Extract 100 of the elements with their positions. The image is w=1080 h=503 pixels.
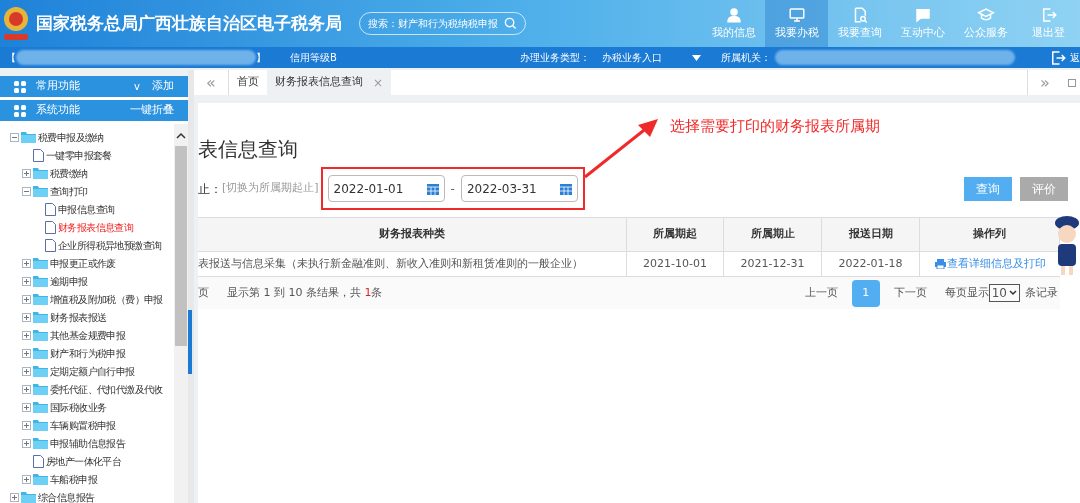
next-page-button[interactable]: 下一页: [893, 284, 927, 302]
folder-icon: [33, 275, 48, 287]
expand-icon[interactable]: [22, 348, 31, 358]
column-header: 所属期止: [724, 218, 822, 251]
business-type-label: 办理业务类型：: [519, 51, 590, 65]
bracket-text: 】: [256, 51, 266, 65]
scroll-up-icon[interactable]: [176, 132, 186, 140]
expand-icon[interactable]: [22, 420, 31, 430]
date-value: 2022-01-01: [333, 180, 404, 198]
tree-item[interactable]: 查询打印: [50, 183, 88, 199]
annotation-text: 选择需要打印的财务报表所属期: [670, 116, 880, 137]
table-cell: 2022-01-18: [822, 252, 920, 276]
folder-icon: [33, 167, 48, 179]
folder-icon: [33, 401, 48, 413]
document-icon: [45, 238, 56, 252]
end-date-field[interactable]: 2022-03-31: [460, 175, 578, 202]
view-print-link[interactable]: 查看详细信息及打印: [934, 255, 1046, 273]
tree-item[interactable]: 增值税及附加税（费）申报: [50, 291, 163, 307]
section-label: 常用功能: [36, 78, 80, 95]
expand-icon[interactable]: [22, 168, 31, 178]
expand-icon[interactable]: [22, 366, 31, 376]
logout-icon: [1049, 48, 1067, 67]
expand-icon[interactable]: [22, 474, 31, 484]
tree-item[interactable]: 申报更正或作废: [50, 255, 116, 271]
bracket-text: 【: [6, 51, 16, 65]
column-header: 财务报表种类: [198, 218, 627, 251]
folder-icon: [21, 131, 36, 143]
expand-icon[interactable]: [22, 276, 31, 286]
folder-icon: [33, 347, 48, 359]
expand-icon[interactable]: [22, 438, 31, 448]
document-icon: [45, 202, 56, 216]
tree-item[interactable]: 税费缴纳: [50, 165, 88, 181]
tree-item[interactable]: 财产和行为税申报: [50, 345, 126, 361]
tree-item[interactable]: 其他基金规费申报: [50, 327, 126, 343]
collapse-handle[interactable]: [188, 309, 192, 374]
tree-item[interactable]: 综合信息报告: [38, 489, 95, 503]
tree-item[interactable]: 财务报表报送: [50, 309, 107, 325]
section-label: 系统功能: [36, 102, 80, 119]
tab[interactable]: 财务报表信息查询 ×: [267, 70, 392, 95]
tree-item[interactable]: 逾期申报: [50, 273, 88, 289]
tree-item[interactable]: 委托代征、代扣代缴及代收: [50, 381, 163, 397]
site-title: 国家税务总局广西壮族自治区电子税务局: [36, 11, 342, 35]
expand-icon[interactable]: [22, 258, 31, 268]
tree-item[interactable]: 一键零申报套餐: [46, 147, 112, 163]
period-label: 止：: [198, 180, 222, 198]
scrollbar[interactable]: [174, 124, 188, 503]
per-page-suffix: 条记录: [1025, 284, 1058, 301]
expand-icon[interactable]: [22, 312, 31, 322]
collapse-icon[interactable]: [22, 186, 31, 196]
expand-icon[interactable]: [22, 330, 31, 340]
tree-item[interactable]: 国际税收业务: [50, 399, 107, 415]
start-date-field[interactable]: 2022-01-01: [327, 175, 445, 202]
tree-item[interactable]: 税费申报及缴纳: [38, 129, 104, 145]
document-icon: [33, 454, 44, 468]
caret-icon: [1009, 290, 1017, 296]
tree-item[interactable]: 财务报表信息查询: [58, 219, 134, 235]
back-button[interactable]: 返: [1049, 48, 1080, 67]
expand-icon[interactable]: [22, 402, 31, 412]
collapse-icon[interactable]: [10, 132, 19, 142]
folder-icon: [33, 365, 48, 377]
square-icon[interactable]: [1068, 78, 1076, 87]
folder-icon: [33, 329, 48, 341]
calendar-icon[interactable]: [559, 182, 572, 195]
document-icon: [33, 148, 44, 162]
grid-icon: [14, 80, 26, 93]
table-cell: 2021-12-31: [724, 252, 822, 276]
column-header: 所属期起: [627, 218, 724, 251]
calendar-icon[interactable]: [426, 182, 439, 195]
folder-icon: [33, 437, 48, 449]
expand-icon[interactable]: [22, 294, 31, 304]
search-icon[interactable]: [504, 17, 517, 30]
tree-item[interactable]: 申报辅助信息报告: [50, 435, 126, 451]
date-separator: -: [450, 180, 455, 198]
business-type-dropdown[interactable]: 办税业务入口: [601, 50, 701, 65]
folder-icon: [33, 293, 48, 305]
tree-item[interactable]: 申报信息查询: [58, 201, 115, 217]
folder-icon: [21, 491, 36, 503]
authority-label: 所属机关：: [720, 51, 771, 65]
folder-icon: [33, 419, 48, 431]
tree-item[interactable]: 定期定额户自行申报: [50, 363, 135, 379]
user-icon: [724, 5, 743, 24]
tree-item[interactable]: 车辆购置税申报: [50, 417, 116, 433]
column-header: 报送日期: [822, 218, 920, 251]
table-cell: 2021-10-01: [627, 252, 724, 276]
prev-page-button[interactable]: 上一页: [804, 284, 838, 302]
tree-item[interactable]: 企业所得税异地预缴查询: [58, 237, 162, 253]
monitor-icon: [787, 5, 806, 24]
printer-icon: [934, 259, 946, 269]
table-cell: 表报送与信息采集（未执行新金融准则、新收入准则和新租赁准则的一般企业）: [198, 252, 627, 276]
expand-icon[interactable]: [10, 492, 19, 502]
expand-icon[interactable]: [22, 384, 31, 394]
per-page-select[interactable]: 10: [988, 284, 1020, 302]
document-icon: [45, 220, 56, 234]
date-value: 2022-03-31: [466, 180, 537, 198]
credit-level: 信用等级B: [290, 51, 337, 65]
tree-item[interactable]: 房地产一体化平台: [46, 453, 122, 469]
folder-icon: [33, 257, 48, 269]
tree-item[interactable]: 车船税申报: [50, 471, 97, 487]
per-page-label: 每页显示: [944, 284, 989, 301]
folder-icon: [33, 185, 48, 197]
